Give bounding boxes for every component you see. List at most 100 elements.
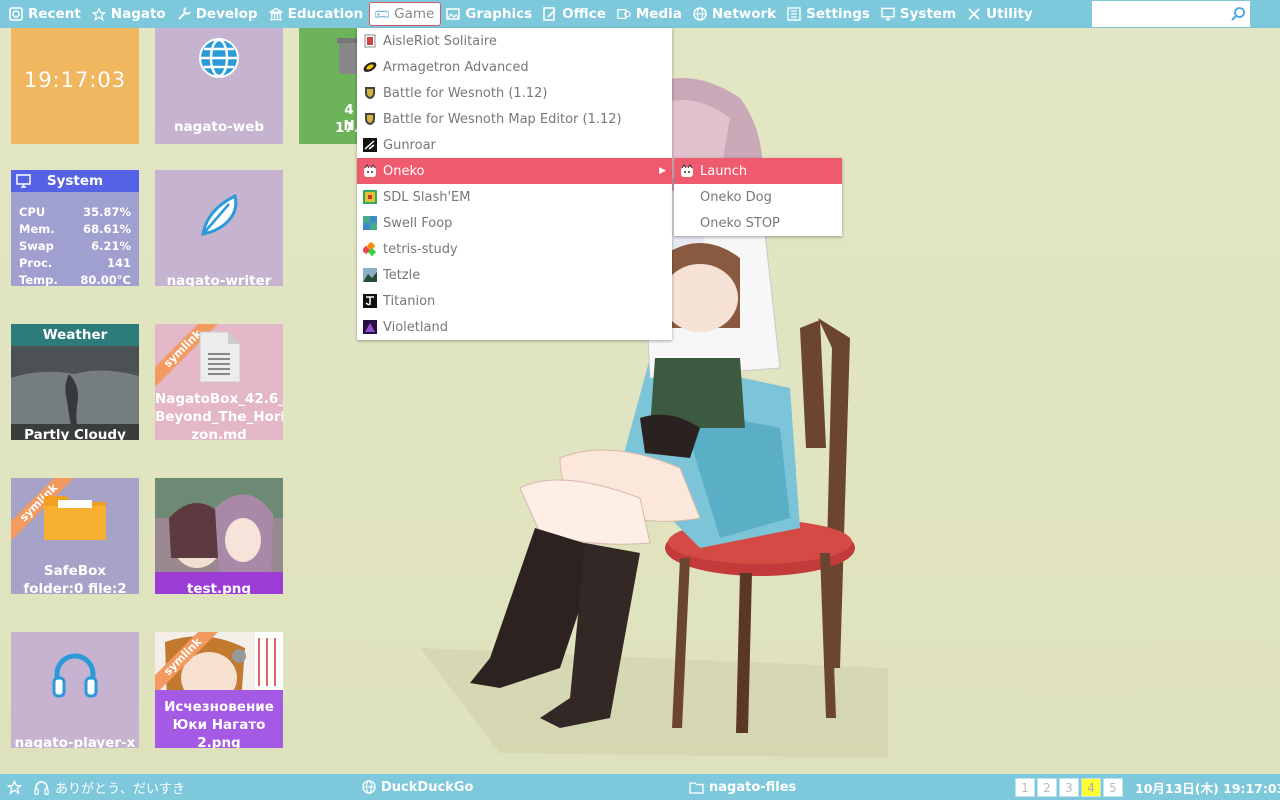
menu-education[interactable]: Education (264, 2, 370, 26)
weather-header: Weather (11, 324, 139, 346)
top-panel: Recent Nagato Develop Education Game Gra… (0, 0, 1280, 28)
violetland-icon (363, 320, 377, 334)
memory-row: Mem. 68.61% (19, 222, 131, 236)
tile-label-line: Юки Нагато (172, 717, 266, 733)
headphones-icon (34, 780, 49, 795)
search-input[interactable] (1096, 1, 1230, 27)
nagato-web-tile[interactable]: nagato-web (155, 28, 283, 144)
tile-label-line: Beyond_The_Hori (155, 409, 283, 425)
globe-icon (693, 7, 707, 21)
menu-item-oneko[interactable]: Oneko ▶ (357, 158, 672, 184)
menu-develop[interactable]: Develop (172, 2, 264, 26)
datetime-display[interactable]: 10月13日(木) 19:17:03 (1135, 774, 1280, 800)
system-header: System (11, 170, 139, 192)
swell-foop-icon (363, 216, 377, 230)
menu-item-slashem[interactable]: SDL Slash'EM (357, 184, 672, 210)
menu-item-tetzle[interactable]: Tetzle (357, 262, 672, 288)
lightcycle-icon (363, 60, 377, 74)
process-row: Proc. 141 (19, 256, 131, 270)
trash-icon (337, 38, 359, 74)
workspace-1[interactable]: 1 (1015, 777, 1035, 797)
workspace-4[interactable]: 4 (1081, 777, 1101, 797)
menu-item-wesnoth-editor[interactable]: Battle for Wesnoth Map Editor (1.12) (357, 106, 672, 132)
markdown-file-tile[interactable]: symlink NagatoBox_42.6_ Beyond_The_Hori … (155, 324, 283, 440)
titanion-icon (363, 294, 377, 308)
menu-item-titanion[interactable]: Titanion (357, 288, 672, 314)
music-player-status[interactable]: ありがとう、だいすき (34, 774, 185, 800)
nagato-player-tile[interactable]: nagato-player-x (11, 632, 139, 748)
tile-label-line: Исчезновение (164, 699, 274, 715)
workspace-3[interactable]: 3 (1059, 777, 1079, 797)
submenu-item-oneko-stop[interactable]: Oneko STOP (674, 210, 842, 236)
menu-item-tetris-study[interactable]: tetris-study (357, 236, 672, 262)
headphones-icon (52, 653, 98, 698)
folder-icon (44, 496, 106, 540)
gunroar-icon (363, 138, 377, 152)
submenu-arrow-icon: ▶ (659, 166, 666, 176)
menu-item-wesnoth[interactable]: Battle for Wesnoth (1.12) (357, 80, 672, 106)
media-icon (617, 7, 631, 21)
picture-icon (446, 7, 461, 21)
menu-item-violetland[interactable]: Violetland (357, 314, 672, 340)
cards-icon (363, 34, 377, 48)
menu-utility[interactable]: Utility (962, 2, 1039, 26)
monitor-icon (881, 7, 895, 21)
tile-label: nagato-web (173, 119, 265, 135)
temperature-row: Temp. 80.00°C (19, 273, 131, 286)
workspace-2[interactable]: 2 (1037, 777, 1057, 797)
clock-time: 19:17:03 (23, 68, 127, 92)
nagato-writer-tile[interactable]: nagato-writer (155, 170, 283, 286)
clock-tile[interactable]: 19:17:03 (11, 28, 139, 144)
tile-label-line: NagatoBox_42.6_ (155, 391, 283, 407)
globe-icon (199, 38, 239, 78)
menu-recent[interactable]: Recent (4, 2, 87, 26)
oneko-submenu: Launch Oneko Dog Oneko STOP (674, 158, 842, 236)
globe-icon (362, 780, 376, 794)
menu-item-swell-foop[interactable]: Swell Foop (357, 210, 672, 236)
cpu-row: CPU 35.87% (19, 205, 131, 219)
search-icon[interactable] (1230, 6, 1246, 26)
menu-game[interactable]: Game (369, 2, 442, 26)
menu-network[interactable]: Network (688, 2, 782, 26)
gamepad-icon (375, 7, 390, 21)
tools-icon (967, 7, 981, 21)
safebox-folder-tile[interactable]: symlink SafeBox folder:0 file:2 (11, 478, 139, 594)
tile-label: nagato-player-x (14, 735, 136, 748)
yuki-png-tile[interactable]: symlink Исчезновение Юки Нагато 2.png (155, 632, 283, 748)
feather-icon (201, 193, 238, 236)
menu-item-gunroar[interactable]: Gunroar (357, 132, 672, 158)
tile-label: nagato-writer (166, 273, 272, 286)
tile-label: test.png (186, 581, 252, 594)
menu-system[interactable]: System (876, 2, 962, 26)
weather-tile[interactable]: Weather Partly Cloudy (11, 324, 139, 440)
workspace-switcher: 1 2 3 4 5 (1015, 774, 1125, 800)
settings-icon (787, 7, 801, 21)
submenu-item-oneko-dog[interactable]: Oneko Dog (674, 184, 842, 210)
menu-graphics[interactable]: Graphics (441, 2, 538, 26)
menu-item-aisleriot[interactable]: AisleRiot Solitaire (357, 28, 672, 54)
menu-office[interactable]: Office (538, 2, 612, 26)
menu-media[interactable]: Media (612, 2, 688, 26)
game-menu: AisleRiot Solitaire Armagetron Advanced … (357, 28, 672, 340)
system-monitor-tile[interactable]: System CPU 35.87% Mem. 68.61% Swap 6.21% Pr… (11, 170, 139, 286)
tile-label-line: 2.png (197, 735, 241, 748)
browser-task[interactable]: DuckDuckGo (362, 774, 473, 800)
document-edit-icon (543, 7, 557, 21)
recent-icon (9, 7, 23, 21)
test-png-tile[interactable]: test.png (155, 478, 283, 594)
favorites-button[interactable] (7, 774, 22, 800)
menu-settings[interactable]: Settings (782, 2, 876, 26)
tetzle-icon (363, 268, 377, 282)
wrench-icon (177, 7, 191, 21)
search-box[interactable] (1092, 1, 1250, 27)
menu-item-armagetron[interactable]: Armagetron Advanced (357, 54, 672, 80)
trash-tile[interactable]: 4 N 17. (299, 28, 359, 144)
menu-nagato[interactable]: Nagato (87, 2, 172, 26)
workspace-5[interactable]: 5 (1103, 777, 1123, 797)
cat-icon (680, 164, 694, 178)
file-manager-task[interactable]: nagato-files (689, 774, 796, 800)
folder-icon (689, 781, 704, 794)
tile-label-line: SafeBox (43, 563, 107, 579)
submenu-item-launch[interactable]: Launch (674, 158, 842, 184)
document-icon (199, 331, 241, 383)
